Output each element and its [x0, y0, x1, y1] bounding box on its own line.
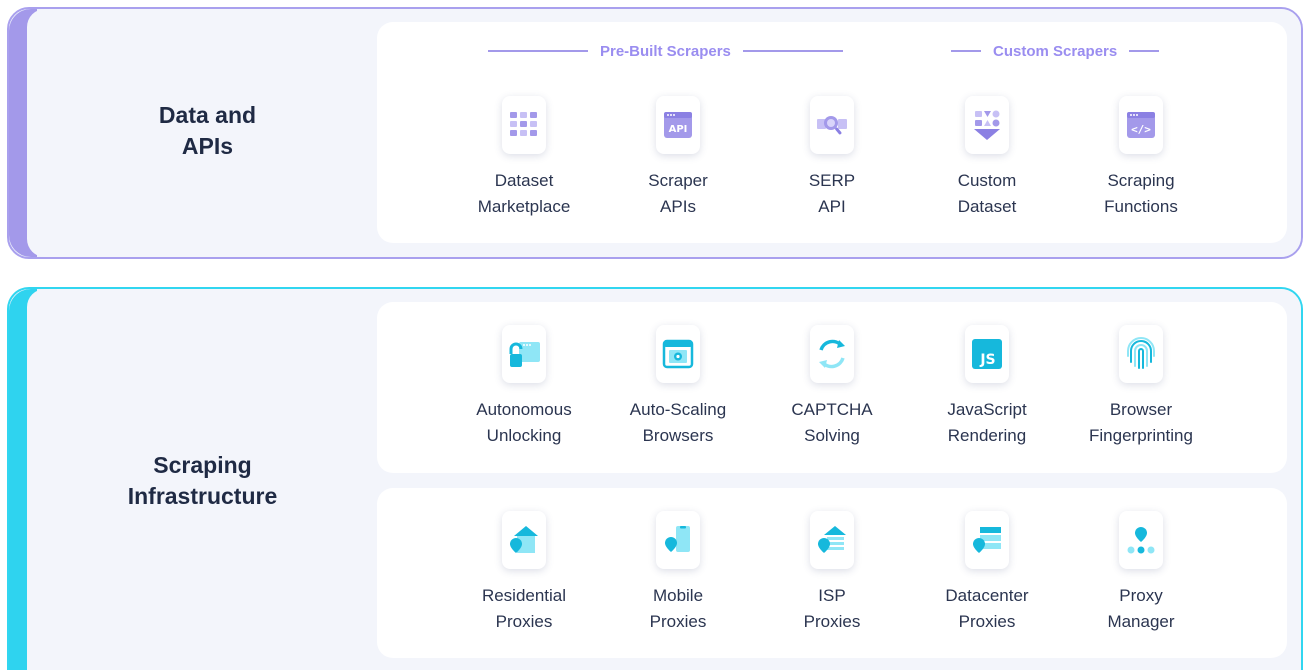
- divider: [1129, 50, 1160, 52]
- tile-label-line2: Proxies: [495, 612, 553, 631]
- custom-dataset-icon: [965, 96, 1009, 154]
- search-magnifier-icon: [810, 96, 854, 154]
- tile-label-line2: Browsers: [642, 426, 714, 445]
- data-and-apis-title: Data and APIs: [158, 102, 257, 159]
- tile-label-line1: ISP: [818, 586, 846, 605]
- residential-proxy-icon: [502, 511, 546, 569]
- datacenter-proxy-icon: [965, 511, 1009, 569]
- unlock-padlock-icon: [502, 325, 546, 383]
- tile-label-line1: Mobile: [652, 586, 704, 605]
- tile-label-line1: Scraping: [1107, 171, 1175, 190]
- tile-label-line2: Manager: [1107, 612, 1175, 631]
- tile-label-line1: Browser: [1109, 400, 1173, 419]
- tile-label-line1: JavaScript: [947, 400, 1027, 419]
- api-window-icon: API: [656, 96, 700, 154]
- javascript-icon: JS: [965, 325, 1009, 383]
- tile-label-line1: Auto-Scaling: [629, 400, 727, 419]
- product-residential-proxies[interactable]: Residential Proxies: [444, 511, 604, 635]
- tile-label-line1: Residential: [481, 586, 567, 605]
- prebuilt-scrapers-header: Pre-Built Scrapers: [488, 41, 869, 61]
- feature-browser-fingerprinting[interactable]: Browser Fingerprinting: [1061, 325, 1221, 449]
- tile-label-line1: Dataset: [494, 171, 554, 190]
- feature-captcha-solving[interactable]: CAPTCHA Solving: [752, 325, 912, 449]
- product-proxy-manager[interactable]: Proxy Manager: [1061, 511, 1221, 635]
- divider: [951, 50, 981, 52]
- custom-scrapers-header: Custom Scrapers: [951, 41, 1180, 61]
- tile-label-line2: APIs: [660, 197, 696, 216]
- tile-label-line2: API: [818, 197, 846, 216]
- tile-label-line2: Proxies: [958, 612, 1016, 631]
- feature-auto-scaling-browsers[interactable]: Auto-Scaling Browsers: [598, 325, 758, 449]
- divider: [488, 50, 588, 52]
- scraping-infrastructure-title: Scraping Infrastructure: [127, 452, 278, 509]
- tile-label-line1: SERP: [808, 171, 856, 190]
- tile-label-line2: Unlocking: [486, 426, 562, 445]
- captcha-refresh-icon: [810, 325, 854, 383]
- feature-autonomous-unlocking[interactable]: Autonomous Unlocking: [444, 325, 604, 449]
- product-serp-api[interactable]: SERP API: [752, 96, 912, 220]
- tile-label-line1: Custom: [957, 171, 1017, 190]
- tile-label-line2: Fingerprinting: [1089, 426, 1193, 445]
- isp-proxy-icon: [810, 511, 854, 569]
- mobile-proxy-icon: [656, 511, 700, 569]
- tile-label-line2: Proxies: [649, 612, 707, 631]
- product-custom-dataset[interactable]: Custom Dataset: [907, 96, 1067, 220]
- tile-label-line1: Autonomous: [476, 400, 572, 419]
- feature-javascript-rendering[interactable]: JS JavaScript Rendering: [907, 325, 1067, 449]
- svg-text:API: API: [669, 124, 688, 135]
- tile-label-line1: Datacenter: [945, 586, 1029, 605]
- product-datacenter-proxies[interactable]: Datacenter Proxies: [907, 511, 1067, 635]
- product-dataset-marketplace[interactable]: Dataset Marketplace: [444, 96, 604, 220]
- divider: [742, 50, 843, 52]
- prebuilt-scrapers-label: Pre-Built Scrapers: [600, 42, 731, 60]
- browser-gear-icon: [656, 325, 700, 383]
- tile-label-line1: Proxy: [1119, 586, 1163, 605]
- product-mobile-proxies[interactable]: Mobile Proxies: [598, 511, 758, 635]
- svg-text:JS: JS: [979, 352, 995, 368]
- product-isp-proxies[interactable]: ISP Proxies: [752, 511, 912, 635]
- product-scraper-apis[interactable]: API Scraper APIs: [598, 96, 758, 220]
- custom-scrapers-label: Custom Scrapers: [993, 42, 1118, 60]
- tile-label-line2: Marketplace: [477, 197, 571, 216]
- dataset-grid-icon: [502, 96, 546, 154]
- tile-label-line2: Functions: [1104, 197, 1178, 216]
- product-scraping-functions[interactable]: </> Scraping Functions: [1061, 96, 1221, 220]
- svg-text:</>: </>: [1131, 123, 1151, 136]
- tile-label-line2: Solving: [804, 426, 860, 445]
- tile-label-line1: Scraper: [648, 171, 708, 190]
- tile-label-line2: Dataset: [957, 197, 1017, 216]
- fingerprint-icon: [1119, 325, 1163, 383]
- tile-label-line2: Proxies: [803, 612, 861, 631]
- proxy-manager-icon: [1119, 511, 1163, 569]
- code-window-icon: </>: [1119, 96, 1163, 154]
- tile-label-line2: Rendering: [947, 426, 1027, 445]
- tile-label-line1: CAPTCHA: [791, 400, 873, 419]
